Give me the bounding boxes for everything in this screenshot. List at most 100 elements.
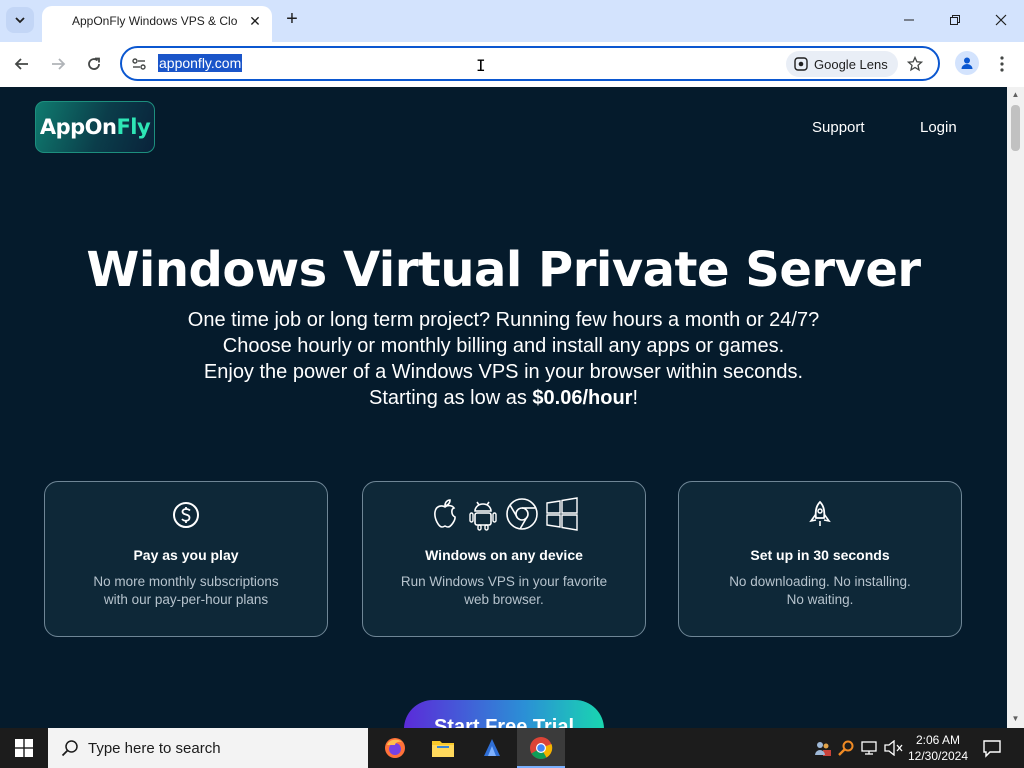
minimize-button[interactable] [897,8,921,32]
card-title: Windows on any device [425,547,583,563]
close-window-button[interactable] [989,8,1013,32]
clock-time: 2:06 AM [915,733,961,747]
forward-button[interactable] [45,51,71,77]
bookmark-star-button[interactable] [904,53,926,75]
people-icon [815,742,831,756]
magnifier-orange-icon [838,740,854,756]
card-title: Set up in 30 seconds [750,547,890,563]
windows-icon [546,497,578,531]
scrollbar-thumb[interactable] [1011,105,1020,151]
lens-icon [794,57,808,71]
reload-icon [88,57,100,70]
clock-date: 12/30/2024 [907,749,969,763]
minimize-icon [904,19,914,21]
hero-price-suffix: ! [632,387,639,409]
site-info-icon[interactable] [130,55,148,73]
star-icon [907,56,923,72]
windows-logo-icon [15,739,33,757]
tray-network-icon[interactable] [860,738,880,758]
speaker-muted-icon [884,740,903,756]
feature-card-any-device: Windows on any device Run Windows VPS in… [362,481,646,637]
taskbar-firefox[interactable] [371,728,419,768]
cta-label: Start Free Trial [433,716,575,728]
hero-line-4: Starting as low as $0.06/hour! [0,387,1007,410]
tray-search-key-icon[interactable] [836,738,856,758]
card-desc-line: No waiting. [786,592,854,607]
hero-line-2: Choose hourly or monthly billing and ins… [222,335,785,357]
taskbar-search-box[interactable]: Type here to search [48,728,368,768]
browser-tab-active[interactable]: AppOnFly Windows VPS & Clo ✕ [42,6,272,42]
taskbar-search-placeholder: Type here to search [88,740,221,757]
card-desc-line: No more monthly subscriptions [93,574,279,589]
chrome-icon [506,498,538,530]
card-description: No downloading. No installing. No waiting… [679,573,961,609]
tab-title: AppOnFly Windows VPS & Clo [72,14,238,28]
bird-app-icon [484,739,500,756]
action-center-button[interactable] [980,736,1004,760]
folder-icon [432,741,454,757]
apponfly-logo[interactable]: AppOn Fly [35,101,155,153]
google-lens-button[interactable]: Google Lens [786,51,898,77]
person-icon [961,57,973,69]
android-icon [469,501,497,531]
browser-menu-button[interactable] [992,52,1012,76]
rocket-icon [809,500,831,526]
scroll-down-arrow-icon[interactable]: ▼ [1011,715,1020,723]
url-text[interactable]: apponfly.com [158,54,243,72]
back-button[interactable] [9,51,35,77]
apple-icon [434,499,456,528]
restore-icon [950,15,960,25]
start-free-trial-button[interactable]: Start Free Trial [404,700,604,728]
taskbar-app-blue[interactable] [468,728,516,768]
taskbar-clock[interactable]: 2:06 AM 12/30/2024 [906,732,970,764]
feature-card-setup-30s: Set up in 30 seconds No downloading. No … [678,481,962,637]
chevron-down-icon [15,17,25,24]
chrome-logo-icon [530,737,553,759]
card-desc-line: No downloading. No installing. [729,574,911,589]
restore-button[interactable] [943,8,967,32]
tab-close-icon[interactable]: ✕ [246,12,264,30]
card-desc-line: Run Windows VPS in your favorite [400,574,608,589]
browser-toolbar: apponfly.com I Google Lens [0,42,1024,87]
windows-taskbar: Type here to search 2:06 AM 12/30/2024 [0,728,1024,768]
tab-search-button[interactable] [6,7,34,33]
arrow-right-icon [52,58,66,70]
card-desc-line: web browser. [464,592,544,607]
nav-support-link[interactable]: Support [812,119,865,136]
taskbar-file-explorer[interactable] [419,728,467,768]
hero-line-1: One time job or long term project? Runni… [187,309,820,331]
card-description: Run Windows VPS in your favorite web brow… [363,573,645,609]
close-icon [995,14,1007,26]
logo-text-part2: Fly [116,115,151,139]
dollar-coin-icon [173,502,199,528]
card-title: Pay as you play [133,547,239,563]
arrow-left-icon [14,58,28,70]
hero-price: $0.06/hour [532,387,633,409]
text-cursor-icon: I [476,56,486,75]
feature-card-pay-as-you-play: Pay as you play No more monthly subscrip… [44,481,328,637]
tray-volume-muted-icon[interactable] [884,738,904,758]
tray-network-people-icon[interactable] [813,738,833,758]
card-description: No more monthly subscriptions with our pa… [45,573,327,609]
taskbar-chrome[interactable] [517,728,565,768]
hero-price-prefix: Starting as low as [368,387,533,409]
card-desc-line: with our pay-per-hour plans [103,592,269,607]
reload-button[interactable] [81,51,107,77]
nav-login-link[interactable]: Login [920,119,957,136]
monitor-network-icon [861,741,877,755]
hero-title: Windows Virtual Private Server [86,242,921,298]
firefox-icon [385,738,405,758]
page-viewport: AppOn Fly Support Login Windows Virtual P… [0,87,1007,728]
new-tab-button[interactable]: + [281,8,303,30]
notification-icon [983,740,1001,758]
search-icon [61,740,78,757]
browser-tab-strip: AppOnFly Windows VPS & Clo ✕ + [0,0,1024,42]
profile-avatar-button[interactable] [955,51,979,75]
logo-text-part1: AppOn [39,115,117,139]
scroll-up-arrow-icon[interactable]: ▲ [1011,91,1020,99]
hero-line-3: Enjoy the power of a Windows VPS in your… [203,361,804,383]
lens-label: Google Lens [814,56,888,72]
address-bar[interactable]: apponfly.com I Google Lens [120,46,940,81]
page-scrollbar[interactable]: ▲ ▼ [1007,87,1024,728]
start-button[interactable] [0,728,48,768]
